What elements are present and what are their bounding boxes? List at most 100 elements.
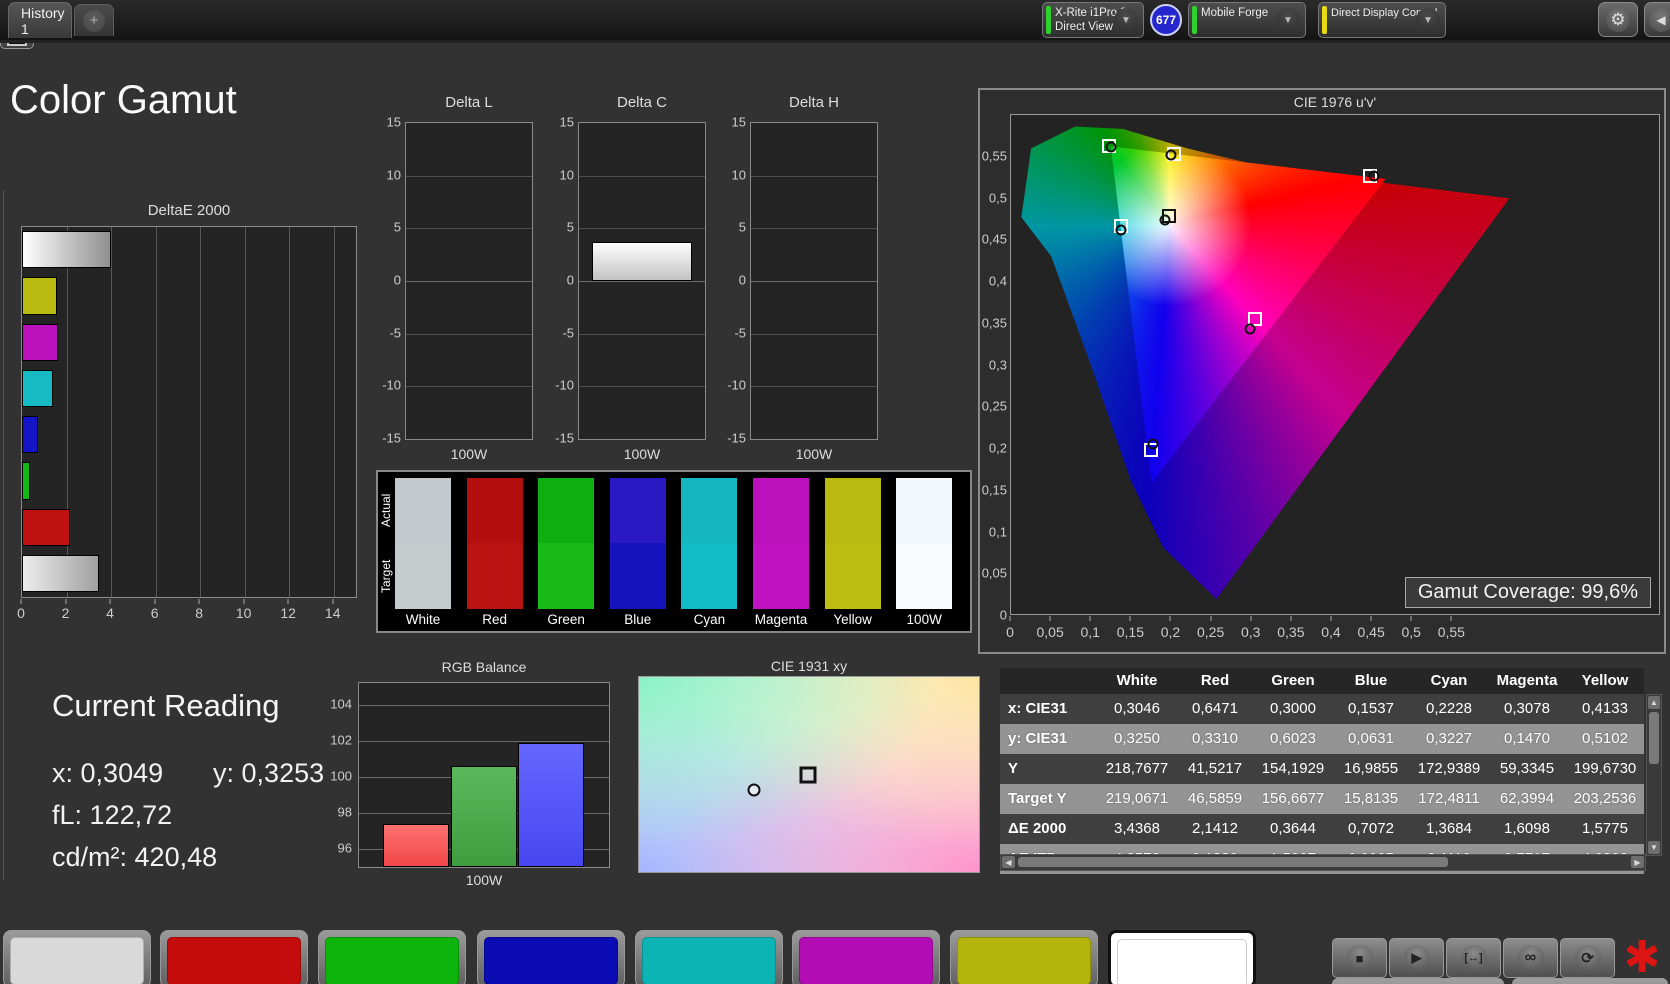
gamut-coverage-readout: Gamut Coverage: 99,6% — [1404, 577, 1651, 608]
cie1976-x-tick-label: 0,45 — [1357, 624, 1385, 640]
gridline — [579, 175, 705, 177]
tick — [198, 599, 200, 604]
target-swatch-blue — [609, 543, 666, 609]
tick — [109, 599, 111, 604]
rgb-bar-blue — [518, 742, 584, 867]
tab-history-1[interactable]: History 1 — [8, 2, 72, 38]
table-cell: 0,0631 — [1348, 730, 1394, 747]
table-column-header-green: Green — [1271, 672, 1315, 689]
chevron-down-icon[interactable]: ▼ — [1416, 8, 1440, 32]
back-button[interactable]: «Back — [1332, 978, 1504, 984]
chevron-down-icon[interactable]: ▼ — [1276, 8, 1300, 32]
current-reading-title: Current Reading — [52, 688, 280, 723]
actual-swatch-100w — [896, 478, 953, 543]
deltae-x-tick-label: 2 — [61, 605, 70, 621]
table-cell: 0,2228 — [1426, 700, 1472, 717]
actual-row-label: Actual — [379, 493, 393, 527]
gridline — [111, 227, 113, 597]
scroll-thumb[interactable] — [1649, 712, 1659, 764]
table-cell: 0,3000 — [1270, 700, 1316, 717]
table-row-label: ΔE 2000 — [1008, 820, 1067, 837]
scroll-thumb[interactable] — [1018, 857, 1448, 867]
cie1976-x-tick-label: 0,2 — [1160, 624, 1181, 640]
pattern-patch-blue[interactable] — [477, 930, 625, 984]
deltae-bar-cyan — [22, 369, 53, 407]
scroll-right-arrow[interactable]: ▶ — [1631, 856, 1644, 868]
y-tick-label: -15 — [382, 430, 401, 446]
add-tab-button[interactable]: + — [74, 4, 114, 36]
source-status-indicator — [1192, 6, 1197, 34]
table-cell: 0,5102 — [1582, 730, 1628, 747]
delta-c-chart-title: Delta C — [616, 94, 668, 111]
cie1976-y-tick-label: 0,55 — [981, 148, 1007, 164]
table-cell: 172,4811 — [1418, 790, 1480, 807]
delta-h-chart — [750, 122, 878, 440]
y-tick-label: 5 — [738, 219, 746, 235]
pattern-patch-red[interactable] — [160, 930, 308, 984]
y-tick-label: -5 — [562, 325, 574, 341]
deltae-x-tick-label: 14 — [324, 605, 341, 621]
gridline — [406, 228, 532, 230]
deltae-x-tick-label: 8 — [195, 605, 204, 621]
scroll-left-arrow[interactable]: ◀ — [1002, 856, 1015, 868]
table-row-label: Y — [1008, 760, 1019, 777]
table-cell: 0,4133 — [1582, 700, 1628, 717]
y-tick-label: 0 — [566, 272, 574, 288]
table-cell: 0,3078 — [1504, 700, 1550, 717]
rgb-balance-y-axis: 104 102 100 98 96 — [318, 682, 352, 868]
swatch-column-label-100w: 100W — [906, 612, 942, 627]
cie1976-y-tick-label: 0 — [999, 607, 1007, 623]
cie1976-y-tick-label: 0,45 — [981, 231, 1007, 247]
deltae2000-x-axis: 0 2 4 6 8 10 12 14 — [17, 599, 377, 625]
y-tick-label: -5 — [389, 325, 401, 341]
pattern-patch-cyan[interactable] — [635, 930, 783, 984]
pattern-patch-100w[interactable] — [1108, 930, 1256, 984]
table-cell: 172,9389 — [1417, 760, 1481, 777]
gridline — [751, 175, 877, 177]
delta-l-x-label: 100W — [450, 446, 488, 462]
display-control-dropdown[interactable]: Direct Display Control ▼ — [1318, 2, 1446, 38]
pattern-patch-yellow[interactable] — [950, 930, 1098, 984]
measured-marker-white — [1159, 214, 1171, 226]
table-column-header-white: White — [1116, 672, 1158, 689]
vertical-scrollbar[interactable]: ▲ ▼ — [1646, 694, 1662, 856]
horizontal-scrollbar[interactable]: ◀ ▶ — [1000, 854, 1646, 871]
pattern-patch-green[interactable] — [318, 930, 466, 984]
pattern-patch-magenta[interactable] — [792, 930, 940, 984]
y-tick-label: 15 — [386, 114, 401, 130]
gridline — [244, 227, 246, 597]
scroll-down-arrow[interactable]: ▼ — [1648, 841, 1660, 854]
measured-marker-blue — [1147, 438, 1159, 450]
pattern-patch-white[interactable] — [3, 930, 151, 984]
settings-button[interactable]: ⚙ — [1598, 2, 1638, 37]
source-dropdown[interactable]: Mobile Forge ▼ — [1188, 2, 1306, 38]
meter-dropdown[interactable]: X-Rite i1Pro 3 Direct View ▼ — [1042, 2, 1144, 38]
table-cell: 219,0671 — [1105, 790, 1169, 807]
y-tick-label: -15 — [727, 430, 746, 446]
delta-c-chart — [578, 122, 706, 440]
cie1976-x-tick-label: 0,55 — [1437, 624, 1465, 640]
deltae-bar-red — [22, 508, 70, 546]
step-button[interactable]: [↔] — [1446, 938, 1501, 978]
table-cell: 2,1412 — [1192, 820, 1238, 837]
deltae-x-tick-label: 0 — [17, 605, 25, 621]
rgb-balance-x-label: 100W — [465, 872, 503, 888]
table-cell: 0,7072 — [1348, 820, 1394, 837]
scroll-up-arrow[interactable]: ▲ — [1648, 696, 1660, 709]
table-column-header-magenta: Magenta — [1496, 672, 1558, 689]
stop-button[interactable]: ■ — [1332, 938, 1387, 978]
collapse-panel-button[interactable]: ◀ — [1644, 2, 1670, 37]
loop-button[interactable]: ∞ — [1503, 938, 1558, 978]
cie1976-chart-title: CIE 1976 u'v' — [1293, 94, 1377, 110]
measured-marker-green — [1105, 141, 1117, 153]
deltae-bar-blue — [22, 416, 38, 454]
target-swatch-100w — [896, 543, 953, 609]
deltae-x-tick-label: 10 — [235, 605, 252, 621]
chevron-down-icon[interactable]: ▼ — [1114, 8, 1138, 32]
tick — [65, 599, 67, 604]
tick — [1009, 616, 1011, 621]
next-button[interactable]: Next» — [1512, 978, 1668, 984]
play-button[interactable]: ▶ — [1389, 938, 1444, 978]
target-swatch-green — [538, 543, 595, 609]
refresh-button[interactable]: ⟳ — [1560, 938, 1615, 978]
